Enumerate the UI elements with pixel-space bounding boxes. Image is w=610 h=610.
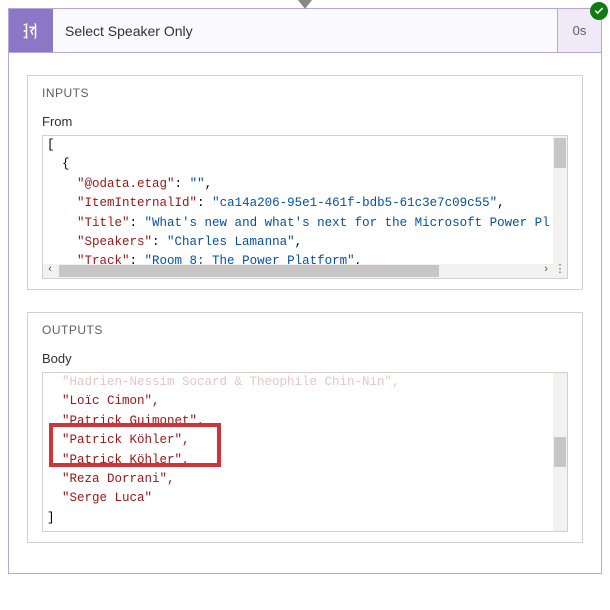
scroll-right-icon[interactable]: › [539, 264, 553, 278]
outputs-code-viewer[interactable]: "Hadrien-Nessim Socard & Theophile Chin-… [42, 372, 568, 532]
action-title: Select Speaker Only [53, 9, 557, 52]
outputs-section: OUTPUTS Body "Hadrien-Nessim Socard & Th… [27, 312, 583, 543]
inputs-code-viewer[interactable]: [ { "@odata.etag": "", "ItemInternalId":… [42, 135, 568, 279]
vertical-scrollbar[interactable] [553, 136, 567, 264]
chevron-down-icon [298, 0, 312, 9]
horizontal-scrollbar[interactable] [43, 264, 553, 278]
vertical-scrollbar[interactable] [553, 373, 567, 531]
outputs-body-label: Body [28, 351, 582, 372]
inputs-heading: INPUTS [28, 76, 582, 114]
outputs-code-content: "Hadrien-Nessim Socard & Theophile Chin-… [43, 373, 553, 531]
inputs-section: INPUTS From [ { "@odata.etag": "", "Item… [27, 75, 583, 290]
action-header[interactable]: Select Speaker Only 0s [9, 9, 601, 53]
inputs-from-label: From [28, 114, 582, 135]
outputs-heading: OUTPUTS [28, 313, 582, 351]
inputs-code-content: [ { "@odata.etag": "", "ItemInternalId":… [43, 136, 553, 264]
action-card: Select Speaker Only 0s INPUTS From [ { "… [8, 8, 602, 574]
scroll-left-icon[interactable]: ‹ [43, 264, 57, 278]
filter-array-icon [9, 9, 53, 52]
scroll-corner: ⋮ [553, 264, 567, 278]
status-success-icon [590, 2, 608, 20]
